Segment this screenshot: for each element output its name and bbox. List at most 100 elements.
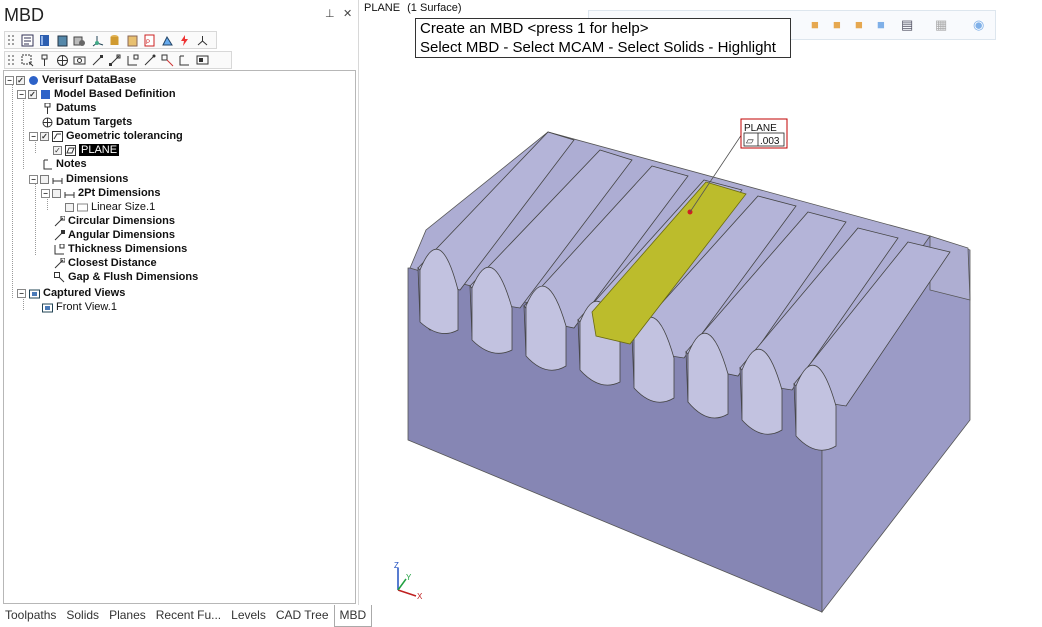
dim-gap-icon (53, 271, 65, 283)
checkbox[interactable]: ✓ (53, 145, 62, 155)
dim-close-icon (53, 257, 65, 269)
tree-item-label: PLANE (79, 144, 120, 156)
axis-icon[interactable] (194, 33, 210, 48)
tree-item-label: Gap & Flush Dimensions (68, 271, 199, 283)
tree-item-label: Thickness Dimensions (68, 243, 188, 255)
tree-item-dimensions[interactable]: − Dimensions (29, 172, 128, 186)
datum-icon[interactable] (159, 33, 175, 48)
cylinder-icon[interactable] (107, 33, 123, 48)
tree-item-root[interactable]: − ✓ Verisurf DataBase (5, 73, 136, 87)
tab-recent-functions[interactable]: Recent Fu... (151, 605, 226, 627)
checkbox[interactable] (52, 188, 61, 198)
pin-icon[interactable]: ⊥ (325, 7, 335, 20)
tree-item-linear-size[interactable]: Linear Size.1 (65, 200, 155, 214)
view-capture-icon[interactable] (194, 53, 210, 68)
tree-item-label: Notes (56, 158, 87, 170)
collapse-toggle-icon[interactable]: − (29, 131, 38, 141)
circle-target-icon (41, 116, 53, 128)
layers-icon[interactable] (124, 33, 140, 48)
dimension-icon (76, 201, 88, 213)
dim-thick-icon[interactable] (124, 53, 140, 68)
tab-solids[interactable]: Solids (61, 605, 104, 627)
dim-icon[interactable] (89, 53, 105, 68)
list-check-icon[interactable] (19, 33, 35, 48)
tree-item-label: Geometric tolerancing (66, 130, 183, 142)
collapse-toggle-icon[interactable]: − (5, 75, 14, 85)
tolerance-icon (51, 130, 63, 142)
dim-close-icon[interactable] (142, 53, 158, 68)
tree-item-label: Verisurf DataBase (42, 74, 137, 86)
tree-item-label: Captured Views (43, 287, 126, 299)
dim-gap-icon[interactable] (159, 53, 175, 68)
tree-item-plane[interactable]: ✓ PLANE (53, 143, 120, 157)
tree-item-2pt-dimensions[interactable]: − 2Pt Dimensions (41, 186, 161, 200)
dim-thick-icon (53, 243, 65, 255)
tab-toolpaths[interactable]: Toolpaths (0, 605, 61, 627)
collapse-toggle-icon[interactable]: − (17, 288, 26, 298)
checkbox[interactable]: ✓ (16, 75, 25, 85)
axis-y-label: Y (406, 573, 412, 582)
flatness-icon (64, 144, 76, 156)
measure-icon[interactable] (72, 53, 88, 68)
mbd-toolbar-1: P (4, 31, 217, 49)
dim-angle-icon[interactable] (107, 53, 123, 68)
tree-item-datum-targets[interactable]: Datum Targets (41, 115, 132, 129)
tree-item-closest-distance[interactable]: Closest Distance (53, 256, 157, 270)
tree-item-mbd[interactable]: − ✓ Model Based Definition (17, 87, 176, 101)
tree-item-label: Datum Targets (56, 116, 133, 128)
tree-item-label: Circular Dimensions (68, 215, 175, 227)
tree-item-label: Datums (56, 102, 97, 114)
tree-item-gap-flush[interactable]: Gap & Flush Dimensions (53, 270, 198, 284)
tree-item-circular-dimensions[interactable]: Circular Dimensions (53, 214, 175, 228)
axis-z-label: Z (394, 561, 399, 570)
mbd-toolbar-2 (4, 51, 232, 69)
zoom-region-icon[interactable] (19, 53, 35, 68)
lightning-icon[interactable] (177, 33, 193, 48)
pdf-icon[interactable]: P (142, 33, 158, 48)
dim-angle-icon (53, 229, 65, 241)
axis-triad: Z Y X (394, 561, 423, 601)
book-icon[interactable] (37, 33, 53, 48)
tree-item-thickness-dimensions[interactable]: Thickness Dimensions (53, 242, 187, 256)
flatness-symbol-icon: ▱ (746, 136, 754, 147)
checkbox[interactable]: ✓ (28, 89, 37, 99)
panel-tabs: Toolpaths Solids Planes Recent Fu... Lev… (0, 605, 373, 627)
collapse-toggle-icon[interactable]: − (41, 188, 50, 198)
tree-item-captured-views[interactable]: − Captured Views (17, 286, 125, 300)
toolbar-grip[interactable] (7, 54, 15, 66)
tolerance-value: .003 (760, 136, 780, 147)
dim-note-icon[interactable] (177, 53, 193, 68)
panel-title: MBD (4, 5, 44, 25)
toolbar-grip[interactable] (7, 34, 15, 46)
datum-pin-icon[interactable] (37, 53, 53, 68)
captured-view-icon (28, 287, 40, 299)
mbd-cube-icon (39, 88, 51, 100)
tree-item-geometric-tolerancing[interactable]: − ✓ Geometric tolerancing (29, 129, 183, 143)
checkbox[interactable]: ✓ (40, 131, 49, 141)
checkbox[interactable] (40, 174, 49, 184)
checkbox[interactable] (65, 202, 74, 212)
collapse-toggle-icon[interactable]: − (17, 89, 26, 99)
part-model[interactable]: PLANE ▱ .003 Z Y X (360, 0, 1042, 627)
captured-view-icon (41, 301, 53, 313)
tree-item-datums[interactable]: Datums (41, 101, 96, 115)
tab-levels[interactable]: Levels (226, 605, 271, 627)
tree-item-angular-dimensions[interactable]: Angular Dimensions (53, 228, 175, 242)
tab-planes[interactable]: Planes (104, 605, 151, 627)
tree-item-front-view[interactable]: Front View.1 (41, 300, 117, 314)
close-icon[interactable]: ✕ (343, 7, 352, 20)
csys-icon[interactable] (89, 33, 105, 48)
tab-cad-tree[interactable]: CAD Tree (271, 605, 334, 627)
note-icon (41, 158, 53, 170)
collapse-toggle-icon[interactable]: − (29, 174, 38, 184)
box-icon[interactable] (54, 33, 70, 48)
gear-box-icon[interactable] (72, 33, 88, 48)
circle-target-icon[interactable] (54, 53, 70, 68)
database-icon (27, 74, 39, 86)
callout-label: PLANE (744, 123, 777, 134)
axis-x-label: X (417, 592, 423, 601)
mbd-panel: MBD ⊥ ✕ P − ✓ Verisurf DataBase − ✓ Mode… (0, 0, 373, 627)
tree-item-label: Model Based Definition (54, 88, 176, 100)
tree-item-label: Front View.1 (56, 301, 117, 313)
tree-item-notes[interactable]: Notes (41, 157, 87, 171)
